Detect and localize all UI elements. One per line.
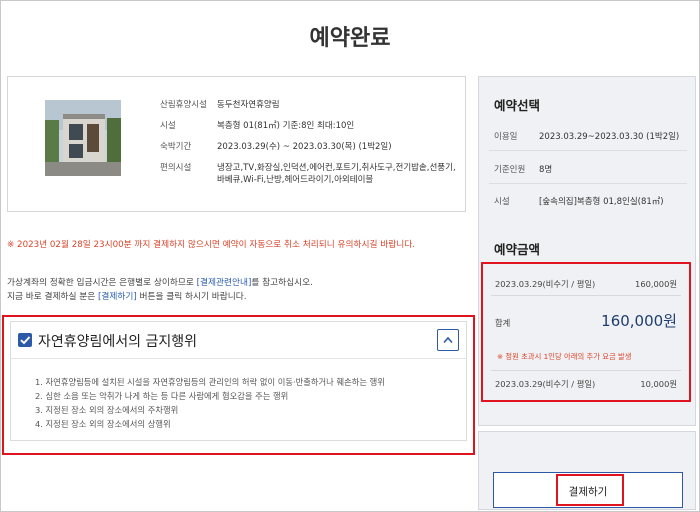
amount-total-row: 합계 160,000원 bbox=[495, 310, 677, 331]
divider bbox=[489, 183, 687, 184]
selection-row-date: 이용일 2023.03.29~2023.03.30 (1박2일) bbox=[494, 130, 684, 142]
guide-pay-reference: [결제하기] bbox=[97, 292, 137, 302]
selection-row-facility: 시설 [숲속의집]복층형 01,8인실(81㎡) bbox=[494, 195, 684, 207]
list-item: 1. 자연휴양림등에 설치된 시설을 자연휴양림등의 관리인의 허락 없이 이동… bbox=[35, 377, 385, 387]
facility-room-value: 복층형 01(81㎡) 기준:8인 최대:10인 bbox=[217, 121, 355, 131]
selection-people-label: 기준인원 bbox=[494, 165, 526, 175]
surcharge-note: ※ 정원 초과시 1인당 아래의 추가 요금 발생 bbox=[497, 352, 632, 361]
guide-line-2: 지금 바로 결제하실 분은 [결제하기] 버튼을 클릭 하시기 바랍니다. bbox=[7, 290, 313, 304]
guide-line-2-pre: 지금 바로 결제하실 분은 bbox=[7, 292, 98, 302]
guide-line-1: 가상계좌의 정확한 입금시간은 은행별로 상이하므로 [결제관련안내]를 참고하… bbox=[7, 276, 313, 290]
facility-name-label: 산림휴양시설 bbox=[160, 100, 207, 110]
guide-line-1-pre: 가상계좌의 정확한 입금시간은 은행별로 상이하므로 bbox=[7, 278, 197, 288]
selection-row-people: 기준인원 8명 bbox=[494, 163, 684, 175]
guide-line-1-post: 를 참고하십시오. bbox=[251, 278, 313, 288]
selection-title: 예약선택 bbox=[494, 98, 541, 113]
amount-extra-price: 10,000원 bbox=[640, 379, 677, 389]
guide-line-2-post: 버튼을 클릭 하시기 바랍니다. bbox=[136, 292, 247, 302]
amount-extra-date: 2023.03.29(비수기 / 평일) bbox=[495, 379, 596, 389]
prohibited-list: 1. 자연휴양림등에 설치된 시설을 자연휴양림등의 관리인의 허락 없이 이동… bbox=[35, 375, 385, 431]
facility-room-label: 시설 bbox=[160, 121, 176, 131]
selection-date-value: 2023.03.29~2023.03.30 (1박2일) bbox=[539, 132, 680, 142]
payment-info-link[interactable]: [결제관련안내] bbox=[197, 278, 252, 288]
page-title: 예약완료 bbox=[309, 26, 391, 51]
facility-row-stay: 숙박기간 2023.03.29(수) ~ 2023.03.30(목) (1박2일… bbox=[160, 141, 460, 153]
facility-photo bbox=[45, 100, 121, 176]
facility-stay-value: 2023.03.29(수) ~ 2023.03.30(목) (1박2일) bbox=[217, 142, 392, 152]
facility-row-room: 시설 복층형 01(81㎡) 기준:8인 최대:10인 bbox=[160, 120, 460, 132]
list-item: 4. 지정된 장소 외의 장소에서의 상행위 bbox=[35, 419, 171, 429]
list-item: 2. 심한 소음 또는 악취가 나게 하는 등 다른 사람에게 혐오감을 주는 … bbox=[35, 391, 289, 401]
selection-facility-label: 시설 bbox=[494, 197, 510, 207]
divider bbox=[489, 150, 687, 151]
prohibited-header: 자연휴양림에서의 금지행위 bbox=[11, 322, 466, 359]
collapse-button[interactable] bbox=[437, 329, 459, 351]
amount-title: 예약금액 bbox=[494, 242, 541, 257]
facility-amenities-label: 편의시설 bbox=[160, 163, 192, 173]
amount-night-date: 2023.03.29(비수기 / 평일) bbox=[495, 279, 596, 289]
list-item: 3. 지정된 장소 외의 장소에서의 주차행위 bbox=[35, 405, 179, 415]
selection-people-value: 8명 bbox=[539, 165, 553, 175]
payment-deadline-notice: ※ 2023년 02월 28일 23시00분 까지 결제하지 않으시면 예약이 … bbox=[7, 240, 415, 250]
pay-button-highlight bbox=[556, 474, 624, 506]
facility-name-value: 동두천자연휴양림 bbox=[217, 100, 280, 110]
selection-facility-value: [숲속의집]복층형 01,8인실(81㎡) bbox=[539, 197, 664, 207]
prohibited-highlight: 자연휴양림에서의 금지행위 1. 자연휴양림등에 설치된 시설을 자연휴양림등의… bbox=[2, 315, 475, 455]
amount-row-night: 2023.03.29(비수기 / 평일) 160,000원 bbox=[495, 278, 677, 290]
selection-date-label: 이용일 bbox=[494, 132, 518, 142]
prohibited-panel: 자연휴양림에서의 금지행위 1. 자연휴양림등에 설치된 시설을 자연휴양림등의… bbox=[10, 321, 467, 441]
amount-total-label: 합계 bbox=[495, 318, 511, 328]
divider bbox=[491, 370, 681, 371]
amount-extra-row: 2023.03.29(비수기 / 평일) 10,000원 bbox=[495, 378, 677, 390]
amount-highlight: 2023.03.29(비수기 / 평일) 160,000원 합계 160,000… bbox=[481, 262, 691, 402]
check-icon bbox=[18, 333, 32, 347]
prohibited-title: 자연휴양림에서의 금지행위 bbox=[38, 334, 198, 350]
facility-row-amenities: 편의시설 냉장고,TV,화장실,인덕션,에어컨,포트기,취사도구,전기밥솥,선풍… bbox=[160, 162, 460, 186]
divider bbox=[491, 295, 681, 296]
amount-total-value: 160,000원 bbox=[601, 312, 677, 330]
payment-guide: 가상계좌의 정확한 입금시간은 은행별로 상이하므로 [결제관련안내]를 참고하… bbox=[7, 276, 313, 304]
facility-info: 산림휴양시설 동두천자연휴양림 시설 복층형 01(81㎡) 기준:8인 최대:… bbox=[160, 99, 460, 195]
facility-amenities-value: 냉장고,TV,화장실,인덕션,에어컨,포트기,취사도구,전기밥솥,선풍기,바베큐… bbox=[217, 163, 456, 185]
facility-card: 산림휴양시설 동두천자연휴양림 시설 복층형 01(81㎡) 기준:8인 최대:… bbox=[7, 76, 466, 212]
facility-row-name: 산림휴양시설 동두천자연휴양림 bbox=[160, 99, 460, 111]
chevron-up-icon bbox=[443, 336, 453, 344]
amount-panel: 2023.03.29(비수기 / 평일) 160,000원 합계 160,000… bbox=[488, 268, 684, 396]
facility-stay-label: 숙박기간 bbox=[160, 142, 192, 152]
amount-night-price: 160,000원 bbox=[635, 279, 677, 289]
